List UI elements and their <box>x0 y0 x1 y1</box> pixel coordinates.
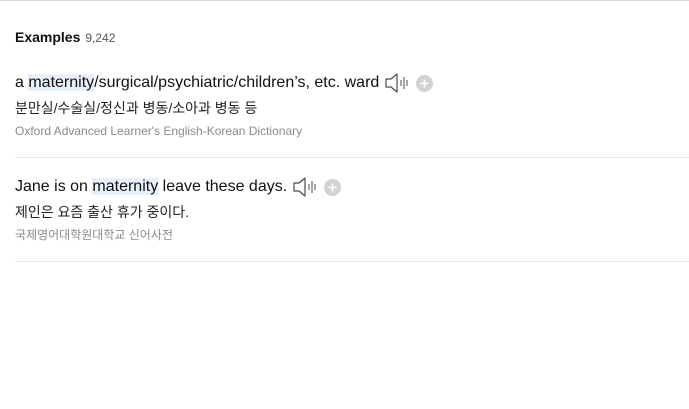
example-english-line: a maternity/surgical/psychiatric/childre… <box>15 70 689 96</box>
speaker-icon[interactable] <box>292 176 318 198</box>
sentence-suffix: leave these days. <box>158 178 288 195</box>
top-divider <box>0 0 689 1</box>
speaker-icon[interactable] <box>384 72 410 94</box>
examples-header: Examples 9,242 <box>15 29 115 45</box>
example-english-sentence: Jane is on maternity leave these days. <box>15 178 287 196</box>
examples-title: Examples <box>15 29 81 45</box>
highlighted-keyword[interactable]: maternity <box>28 74 95 91</box>
add-to-wordbook-button[interactable] <box>416 74 434 92</box>
examples-count: 9,242 <box>85 31 116 45</box>
sentence-prefix: a <box>15 74 29 91</box>
example-korean-translation: 분만실/수술실/정신과 병동/소아과 병동 등 <box>15 100 258 116</box>
example-source[interactable]: Oxford Advanced Learner's English-Korean… <box>15 123 689 139</box>
example-item: a maternity/surgical/psychiatric/childre… <box>15 70 689 158</box>
plus-icon <box>420 79 429 87</box>
example-english-line: Jane is on maternity leave these days. <box>15 174 689 200</box>
example-korean-translation: 제인은 요즘 출산 휴가 중이다. <box>15 204 190 220</box>
plus-icon <box>328 183 337 191</box>
add-to-wordbook-button[interactable] <box>324 178 342 196</box>
sentence-prefix: Jane is on <box>15 178 93 195</box>
sentence-suffix: /surgical/psychiatric/children’s, etc. w… <box>94 74 380 91</box>
highlighted-keyword[interactable]: maternity <box>92 178 159 195</box>
example-item: Jane is on maternity leave these days. 제… <box>15 174 689 262</box>
example-english-sentence: a maternity/surgical/psychiatric/childre… <box>15 74 379 92</box>
example-source[interactable]: 국제영어대학원대학교 신어사전 <box>15 227 689 243</box>
